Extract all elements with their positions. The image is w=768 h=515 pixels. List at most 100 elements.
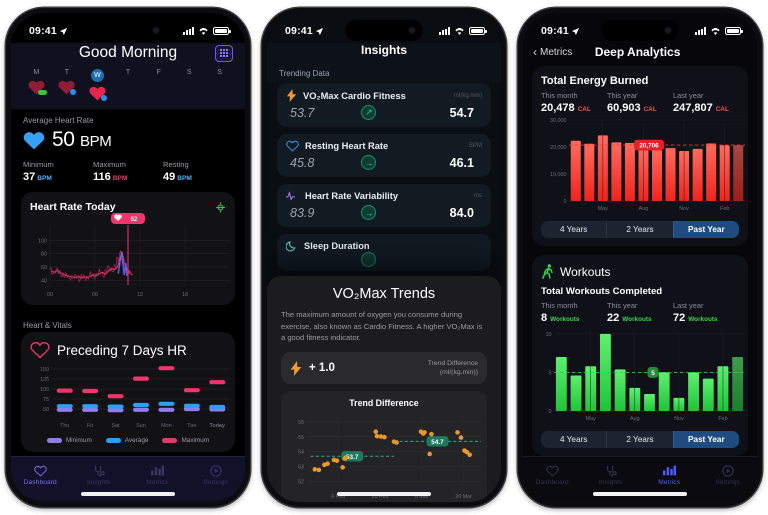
svg-text:Feb: Feb [720, 206, 729, 212]
tab-insights[interactable]: Insights [582, 464, 641, 486]
svg-text:52: 52 [131, 217, 138, 223]
avg-hr-value: 50 [52, 128, 75, 151]
svg-text:Nov: Nov [674, 416, 684, 422]
weekday-heart-marker [181, 80, 198, 95]
nav-bar: ‹ Metrics Deep Analytics [523, 43, 757, 66]
workouts-range-segmented-control[interactable]: 4 Years 2 Years Past Year [541, 431, 739, 448]
insights-scroll[interactable]: VO₂Max Cardio Fitness ml(kg.min) 53.7 ↗ … [267, 83, 501, 502]
tab-insights[interactable]: Insights [70, 464, 129, 486]
segment-4-years[interactable]: 4 Years [541, 221, 606, 238]
weekday-6[interactable]: S [204, 69, 235, 101]
weekday-2[interactable]: W [82, 69, 113, 101]
cellular-icon [183, 27, 194, 35]
weekday-3[interactable]: T [113, 69, 144, 101]
tab-settings[interactable]: Settings [187, 464, 246, 486]
card-title: Heart Rate Today [30, 201, 116, 213]
bolt-icon [286, 89, 297, 102]
stat-value: 247,807 [673, 102, 713, 114]
tab-metrics[interactable]: Metrics [128, 464, 187, 486]
insight-unit: ml(kg.min) [454, 92, 482, 99]
weekday-label: S [217, 69, 223, 76]
analytics-scroll[interactable]: Total Energy Burned This month 20,478 CAL… [523, 66, 757, 456]
weekday-1[interactable]: T [52, 69, 83, 101]
energy-range-segmented-control[interactable]: 4 Years 2 Years Past Year [541, 221, 739, 238]
legend-average: Average [105, 437, 148, 444]
svg-text:May: May [586, 416, 596, 422]
chevron-left-icon: ‹ [533, 45, 537, 59]
segment-2-years[interactable]: 2 Years [606, 221, 672, 238]
svg-text:Feb: Feb [718, 416, 727, 422]
trend-difference-card: + 1.0 Trend Difference (ml/(kg.min)) [281, 352, 487, 385]
tab-label: Settings [715, 479, 741, 486]
weekday-selector[interactable]: MTWTFSS [21, 69, 235, 101]
stat-resting: Resting 49 BPM [163, 160, 233, 183]
svg-text:10: 10 [546, 332, 552, 338]
stethoscope-icon [93, 464, 105, 477]
trend-up-icon: → [361, 205, 377, 220]
stat-value: 37 [23, 171, 36, 183]
insight-current-value: 46.1 [449, 155, 474, 170]
tab-label: Insights [86, 479, 111, 486]
dashboard-scroll[interactable]: Average Heart Rate 50 BPM Minimum 37 BPM … [11, 109, 245, 456]
segment-past-year[interactable]: Past Year [672, 431, 739, 448]
svg-text:5: 5 [651, 370, 655, 377]
stat-label: Last year [673, 91, 704, 100]
card-title: Workouts [560, 264, 611, 279]
svg-text:Tue: Tue [187, 423, 196, 429]
status-bar: 09:41 [11, 13, 245, 43]
play-circle-icon [722, 464, 734, 477]
weekday-heart-marker [120, 80, 137, 95]
svg-text:00: 00 [47, 292, 53, 298]
insight-name: Sleep Duration [304, 241, 370, 251]
workouts-card[interactable]: Workouts Total Workouts Completed This m… [532, 255, 748, 456]
stat-label: Maximum [93, 160, 126, 169]
stat-value: 49 [163, 171, 176, 183]
location-arrow-icon [59, 27, 67, 35]
svg-text:May: May [598, 206, 608, 212]
segment-past-year[interactable]: Past Year [672, 221, 739, 238]
insight-row-vo2max[interactable]: VO₂Max Cardio Fitness ml(kg.min) 53.7 ↗ … [277, 83, 491, 127]
workouts-stat-last-year: Last year 72 Workouts [673, 301, 739, 324]
trend-label: Trend Difference [427, 360, 478, 368]
stat-value: 60,903 [607, 102, 641, 114]
insight-row-hrv[interactable]: Heart Rate Variability ms 83.9 → 84.0 [277, 184, 491, 227]
tab-metrics[interactable]: Metrics [640, 464, 699, 486]
preceding-7-days-card[interactable]: Preceding 7 Days HR 50 75 100 125 150 Thu Fri S… [21, 332, 235, 452]
home-indicator [337, 492, 431, 496]
bars-icon [150, 464, 164, 477]
svg-text:Aug: Aug [639, 206, 649, 212]
weekday-5[interactable]: S [174, 69, 205, 101]
avg-hr-label: Average Heart Rate [23, 116, 94, 125]
trend-difference-chart-card[interactable]: Trend Difference 52 53 54 55 56 6 Feb 20 Feb 6 … [281, 391, 487, 502]
heart-icon [545, 464, 559, 477]
calendar-icon[interactable] [215, 44, 233, 62]
energy-stats: This month 20,478 CAL This year 60,903 CAL… [541, 91, 739, 114]
tab-dashboard[interactable]: Dashboard [523, 464, 582, 486]
runner-icon [542, 264, 553, 279]
avg-hr-unit: BPM [80, 133, 112, 150]
back-button[interactable]: ‹ Metrics [533, 46, 572, 58]
phone-insights: 09:41 Insights Trending Data VO₂Max Card… [262, 8, 506, 507]
weekday-4[interactable]: F [143, 69, 174, 101]
insight-row-resting-hr[interactable]: Resting Heart Rate BPM 45.8 → 46.1 [277, 134, 491, 177]
svg-text:52: 52 [298, 480, 304, 486]
tab-label: Settings [203, 479, 229, 486]
tab-dashboard[interactable]: Dashboard [11, 464, 70, 486]
weekday-0[interactable]: M [21, 69, 52, 101]
insight-row-sleep[interactable]: Sleep Duration [277, 234, 491, 271]
svg-text:80: 80 [41, 252, 47, 258]
trend-up-icon: ↗ [361, 105, 377, 120]
svg-text:Sun: Sun [136, 423, 146, 429]
segment-2-years[interactable]: 2 Years [606, 431, 672, 448]
dashboard-hero: Good Morning M T W T F S S [11, 43, 245, 109]
svg-text:56: 56 [298, 420, 304, 426]
tab-settings[interactable]: Settings [699, 464, 758, 486]
wifi-icon [455, 27, 464, 35]
segment-4-years[interactable]: 4 Years [541, 431, 606, 448]
location-arrow-icon [315, 27, 323, 35]
insight-previous-value: 53.7 [290, 105, 315, 120]
svg-text:55: 55 [298, 435, 304, 441]
svg-text:50: 50 [43, 407, 49, 413]
heart-rate-today-card[interactable]: Heart Rate Today 40 60 80 100 00 06 12 18 52 [21, 192, 235, 305]
total-energy-burned-card[interactable]: Total Energy Burned This month 20,478 CAL… [532, 66, 748, 246]
